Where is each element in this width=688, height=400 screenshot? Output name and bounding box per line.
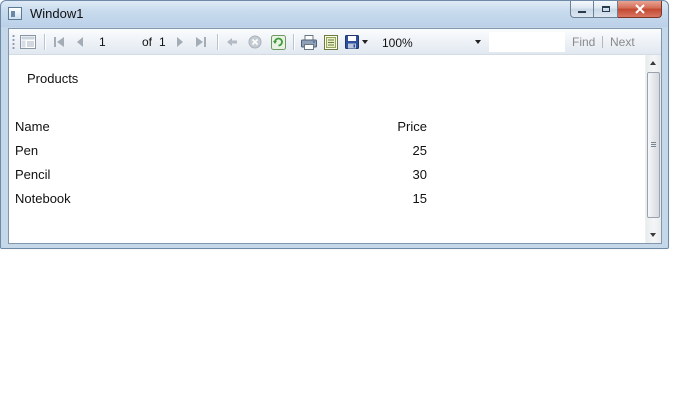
refresh-icon (270, 34, 286, 50)
last-page-button[interactable] (192, 33, 210, 51)
export-dropdown-button[interactable] (360, 33, 370, 51)
back-icon (227, 38, 237, 46)
document-map-button[interactable] (19, 33, 37, 51)
table-row: Notebook 15 (15, 191, 435, 215)
minimize-icon (578, 10, 586, 13)
document-map-icon (20, 35, 36, 49)
product-price-cell: 30 (412, 167, 427, 182)
print-layout-icon (324, 34, 338, 50)
window-app-icon (8, 7, 22, 20)
find-next-button[interactable]: Next (610, 35, 635, 49)
product-name-cell: Pencil (15, 167, 51, 182)
table-header-row: Name Price (15, 119, 435, 143)
first-page-icon (54, 37, 64, 47)
minimize-button[interactable] (570, 1, 594, 18)
find-separator (602, 36, 603, 48)
find-input[interactable] (489, 32, 565, 52)
previous-page-button[interactable] (72, 33, 88, 51)
report-viewer-window: Window1 1 of 1 100% Find Next Products N… (0, 0, 669, 249)
print-icon (301, 34, 317, 50)
product-price-cell: 25 (412, 143, 427, 158)
print-button[interactable] (299, 33, 319, 51)
report-page: Products Name Price Pen 25 Pencil 30 Not… (9, 55, 647, 243)
column-header-name: Name (15, 119, 50, 134)
export-dropdown-icon (362, 40, 368, 44)
page-of-label: of (142, 35, 153, 49)
title-bar[interactable]: Window1 (1, 1, 668, 27)
scroll-up-icon[interactable] (650, 61, 656, 65)
column-header-price: Price (397, 119, 427, 134)
zoom-value: 100% (382, 36, 413, 50)
total-pages-label: 1 (159, 35, 166, 49)
toolbar-separator (44, 34, 45, 50)
scrollbar-grip-icon (651, 142, 656, 148)
stop-icon (248, 35, 262, 49)
previous-page-icon (77, 37, 83, 47)
close-icon (634, 4, 645, 14)
print-layout-button[interactable] (322, 33, 340, 51)
first-page-button[interactable] (50, 33, 68, 51)
next-page-button[interactable] (172, 33, 188, 51)
next-page-icon (177, 37, 183, 47)
refresh-button[interactable] (269, 33, 287, 51)
scrollbar-thumb[interactable] (647, 72, 660, 218)
zoom-select[interactable]: 100% (377, 33, 485, 51)
current-page-input[interactable] (97, 33, 135, 51)
maximize-button[interactable] (594, 1, 618, 18)
product-name-cell: Pen (15, 143, 39, 158)
maximize-icon (601, 6, 610, 12)
export-button[interactable] (344, 33, 360, 51)
caption-buttons (570, 1, 662, 18)
report-toolbar: of 1 (9, 29, 661, 55)
table-row: Pencil 30 (15, 167, 435, 191)
scroll-down-icon[interactable] (650, 233, 656, 237)
zoom-dropdown-icon (475, 40, 481, 44)
toolbar-separator (293, 34, 294, 50)
toolbar-grip[interactable] (12, 34, 15, 50)
find-button[interactable]: Find (572, 35, 595, 49)
table-row: Pen 25 (15, 143, 435, 167)
products-table: Name Price Pen 25 Pencil 30 Notebook 15 (15, 119, 435, 215)
toolbar-separator (217, 34, 218, 50)
product-price-cell: 15 (412, 191, 427, 206)
last-page-icon (196, 37, 206, 47)
export-icon (345, 35, 359, 49)
window-title: Window1 (30, 6, 84, 21)
report-title: Products (27, 71, 79, 86)
stop-button[interactable] (246, 33, 264, 51)
vertical-scrollbar[interactable] (645, 55, 661, 243)
back-button[interactable] (223, 33, 241, 51)
report-viewer: of 1 (8, 28, 662, 244)
close-button[interactable] (618, 1, 662, 18)
product-name-cell: Notebook (15, 191, 71, 206)
